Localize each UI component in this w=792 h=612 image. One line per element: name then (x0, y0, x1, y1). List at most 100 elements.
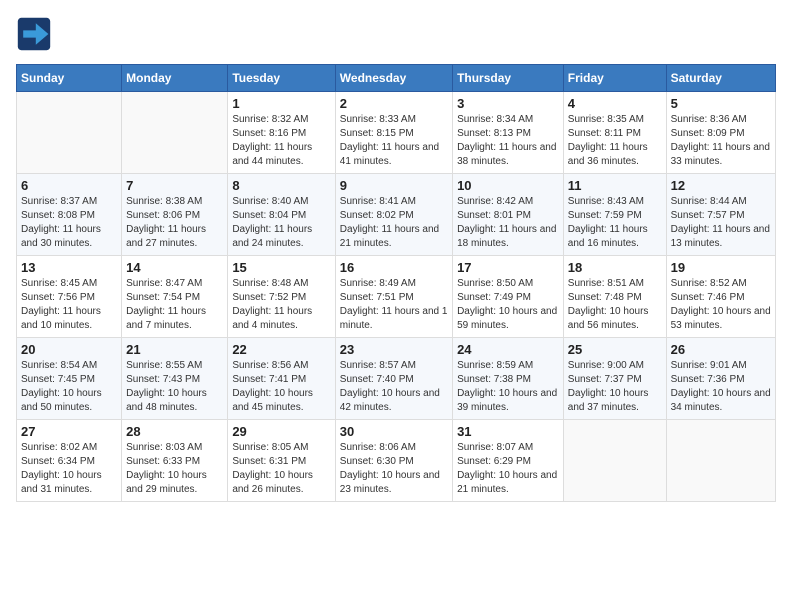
calendar-cell (122, 92, 228, 174)
calendar-week-4: 20 Sunrise: 8:54 AM Sunset: 7:45 PM Dayli… (17, 338, 776, 420)
day-number: 15 (232, 260, 330, 275)
calendar-cell: 14 Sunrise: 8:47 AM Sunset: 7:54 PM Dayli… (122, 256, 228, 338)
day-info: Sunrise: 8:37 AM Sunset: 8:08 PM Dayligh… (21, 195, 117, 251)
day-info: Sunrise: 8:35 AM Sunset: 8:11 PM Dayligh… (568, 113, 662, 169)
day-number: 24 (457, 342, 559, 357)
day-number: 18 (568, 260, 662, 275)
calendar-week-2: 6 Sunrise: 8:37 AM Sunset: 8:08 PM Daylig… (17, 174, 776, 256)
day-number: 1 (232, 96, 330, 111)
day-number: 19 (671, 260, 771, 275)
calendar-cell: 12Sunrise: 8:44 AM Sunset: 7:57 PM Dayli… (666, 174, 775, 256)
calendar-cell: 6 Sunrise: 8:37 AM Sunset: 8:08 PM Daylig… (17, 174, 122, 256)
day-info: Sunrise: 8:57 AM Sunset: 7:40 PM Dayligh… (340, 359, 448, 415)
day-number: 20 (21, 342, 117, 357)
day-number: 3 (457, 96, 559, 111)
day-info: Sunrise: 8:34 AM Sunset: 8:13 PM Dayligh… (457, 113, 559, 169)
day-number: 8 (232, 178, 330, 193)
day-info: Sunrise: 8:36 AM Sunset: 8:09 PM Dayligh… (671, 113, 771, 169)
day-number: 7 (126, 178, 223, 193)
calendar-cell: 28 Sunrise: 8:03 AM Sunset: 6:33 PM Dayli… (122, 420, 228, 502)
day-info: Sunrise: 8:05 AM Sunset: 6:31 PM Dayligh… (232, 441, 330, 497)
day-number: 13 (21, 260, 117, 275)
day-info: Sunrise: 8:41 AM Sunset: 8:02 PM Dayligh… (340, 195, 448, 251)
column-header-sunday: Sunday (17, 65, 122, 92)
day-number: 4 (568, 96, 662, 111)
calendar-cell: 4 Sunrise: 8:35 AM Sunset: 8:11 PM Daylig… (563, 92, 666, 174)
day-number: 10 (457, 178, 559, 193)
calendar-cell: 11 Sunrise: 8:43 AM Sunset: 7:59 PM Dayli… (563, 174, 666, 256)
day-number: 25 (568, 342, 662, 357)
day-info: Sunrise: 8:32 AM Sunset: 8:16 PM Dayligh… (232, 113, 330, 169)
day-number: 28 (126, 424, 223, 439)
calendar-cell: 21 Sunrise: 8:55 AM Sunset: 7:43 PM Dayli… (122, 338, 228, 420)
calendar-cell: 29 Sunrise: 8:05 AM Sunset: 6:31 PM Dayli… (228, 420, 335, 502)
calendar-cell: 2 Sunrise: 8:33 AM Sunset: 8:15 PM Daylig… (335, 92, 452, 174)
calendar-cell: 30Sunrise: 8:06 AM Sunset: 6:30 PM Dayli… (335, 420, 452, 502)
day-info: Sunrise: 8:07 AM Sunset: 6:29 PM Dayligh… (457, 441, 559, 497)
day-number: 14 (126, 260, 223, 275)
day-number: 6 (21, 178, 117, 193)
calendar-table: SundayMondayTuesdayWednesdayThursdayFrid… (16, 64, 776, 502)
calendar-cell: 23 Sunrise: 8:57 AM Sunset: 7:40 PM Dayli… (335, 338, 452, 420)
day-info: Sunrise: 8:54 AM Sunset: 7:45 PM Dayligh… (21, 359, 117, 415)
calendar-week-5: 27 Sunrise: 8:02 AM Sunset: 6:34 PM Dayli… (17, 420, 776, 502)
page-header (16, 16, 776, 52)
day-number: 12 (671, 178, 771, 193)
column-header-tuesday: Tuesday (228, 65, 335, 92)
calendar-cell: 22Sunrise: 8:56 AM Sunset: 7:41 PM Dayli… (228, 338, 335, 420)
day-info: Sunrise: 8:51 AM Sunset: 7:48 PM Dayligh… (568, 277, 662, 333)
calendar-cell: 18 Sunrise: 8:51 AM Sunset: 7:48 PM Dayli… (563, 256, 666, 338)
calendar-cell (563, 420, 666, 502)
day-info: Sunrise: 8:47 AM Sunset: 7:54 PM Dayligh… (126, 277, 223, 333)
day-info: Sunrise: 8:45 AM Sunset: 7:56 PM Dayligh… (21, 277, 117, 333)
day-info: Sunrise: 8:59 AM Sunset: 7:38 PM Dayligh… (457, 359, 559, 415)
day-info: Sunrise: 8:55 AM Sunset: 7:43 PM Dayligh… (126, 359, 223, 415)
day-info: Sunrise: 9:01 AM Sunset: 7:36 PM Dayligh… (671, 359, 771, 415)
day-number: 30 (340, 424, 448, 439)
calendar-cell: 26 Sunrise: 9:01 AM Sunset: 7:36 PM Dayli… (666, 338, 775, 420)
calendar-cell (666, 420, 775, 502)
day-info: Sunrise: 8:52 AM Sunset: 7:46 PM Dayligh… (671, 277, 771, 333)
calendar-cell: 1 Sunrise: 8:32 AM Sunset: 8:16 PM Daylig… (228, 92, 335, 174)
day-number: 26 (671, 342, 771, 357)
calendar-cell: 19 Sunrise: 8:52 AM Sunset: 7:46 PM Dayli… (666, 256, 775, 338)
calendar-header-row: SundayMondayTuesdayWednesdayThursdayFrid… (17, 65, 776, 92)
day-number: 2 (340, 96, 448, 111)
calendar-cell: 9 Sunrise: 8:41 AM Sunset: 8:02 PM Daylig… (335, 174, 452, 256)
day-number: 21 (126, 342, 223, 357)
calendar-cell (17, 92, 122, 174)
calendar-cell: 5Sunrise: 8:36 AM Sunset: 8:09 PM Daylig… (666, 92, 775, 174)
column-header-saturday: Saturday (666, 65, 775, 92)
day-number: 9 (340, 178, 448, 193)
column-header-monday: Monday (122, 65, 228, 92)
calendar-cell: 31Sunrise: 8:07 AM Sunset: 6:29 PM Dayli… (453, 420, 564, 502)
calendar-cell: 27 Sunrise: 8:02 AM Sunset: 6:34 PM Dayli… (17, 420, 122, 502)
calendar-cell: 3 Sunrise: 8:34 AM Sunset: 8:13 PM Daylig… (453, 92, 564, 174)
day-info: Sunrise: 8:33 AM Sunset: 8:15 PM Dayligh… (340, 113, 448, 169)
day-number: 27 (21, 424, 117, 439)
calendar-week-3: 13 Sunrise: 8:45 AM Sunset: 7:56 PM Dayli… (17, 256, 776, 338)
calendar-week-1: 1 Sunrise: 8:32 AM Sunset: 8:16 PM Daylig… (17, 92, 776, 174)
day-info: Sunrise: 8:42 AM Sunset: 8:01 PM Dayligh… (457, 195, 559, 251)
day-info: Sunrise: 8:02 AM Sunset: 6:34 PM Dayligh… (21, 441, 117, 497)
day-info: Sunrise: 9:00 AM Sunset: 7:37 PM Dayligh… (568, 359, 662, 415)
logo-icon (16, 16, 52, 52)
day-info: Sunrise: 8:50 AM Sunset: 7:49 PM Dayligh… (457, 277, 559, 333)
calendar-cell: 13 Sunrise: 8:45 AM Sunset: 7:56 PM Dayli… (17, 256, 122, 338)
calendar-cell: 17 Sunrise: 8:50 AM Sunset: 7:49 PM Dayli… (453, 256, 564, 338)
day-info: Sunrise: 8:03 AM Sunset: 6:33 PM Dayligh… (126, 441, 223, 497)
day-number: 17 (457, 260, 559, 275)
day-info: Sunrise: 8:43 AM Sunset: 7:59 PM Dayligh… (568, 195, 662, 251)
column-header-wednesday: Wednesday (335, 65, 452, 92)
calendar-cell: 7Sunrise: 8:38 AM Sunset: 8:06 PM Daylig… (122, 174, 228, 256)
day-number: 11 (568, 178, 662, 193)
day-number: 16 (340, 260, 448, 275)
day-number: 22 (232, 342, 330, 357)
column-header-thursday: Thursday (453, 65, 564, 92)
logo (16, 16, 56, 52)
calendar-cell: 10 Sunrise: 8:42 AM Sunset: 8:01 PM Dayli… (453, 174, 564, 256)
day-number: 23 (340, 342, 448, 357)
day-number: 29 (232, 424, 330, 439)
column-header-friday: Friday (563, 65, 666, 92)
calendar-cell: 25 Sunrise: 9:00 AM Sunset: 7:37 PM Dayli… (563, 338, 666, 420)
